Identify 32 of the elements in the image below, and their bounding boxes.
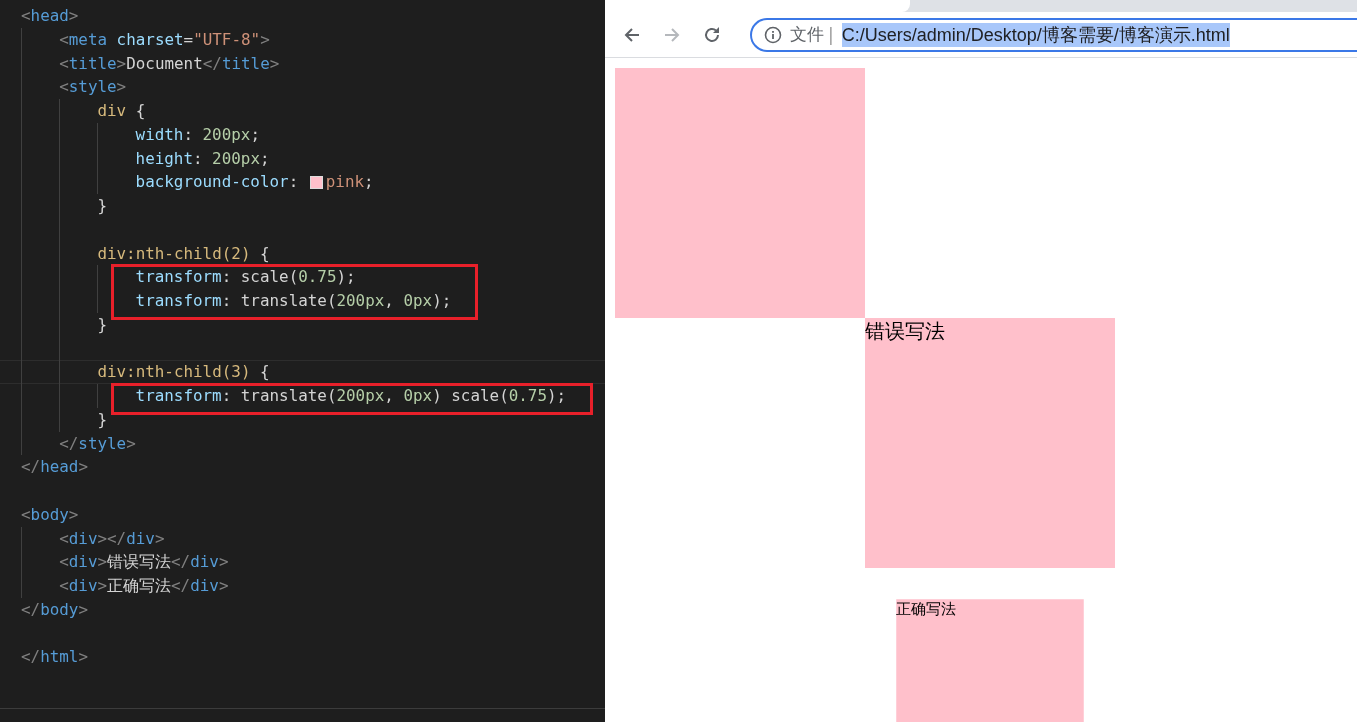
code-text: div { xyxy=(97,100,146,122)
code-text: <body> xyxy=(21,503,79,526)
code-text: transform: scale(0.75); xyxy=(135,266,356,289)
code-text: <div></div> xyxy=(59,527,165,550)
code-text: <head> xyxy=(21,5,79,27)
code-text: div:nth-child(3) { xyxy=(97,361,270,384)
code-text: pink; xyxy=(325,171,374,194)
separator-text: | xyxy=(828,24,834,45)
code-text: transform: translate(200px, 0px) scale(0.75); xyxy=(135,385,567,407)
code-text: <style> xyxy=(59,76,127,99)
info-icon[interactable] xyxy=(764,25,782,44)
code-text: div:nth-child(2) { xyxy=(97,242,270,265)
code-text: <meta charset="UTF-8"> xyxy=(59,28,270,51)
code-text: </body> xyxy=(21,598,88,621)
code-text: width: 200px; xyxy=(135,123,260,146)
code-text: } xyxy=(97,195,107,217)
address-bar[interactable]: 文件 | C:/Users/admin/Desktop/博客需要/博客演示.html xyxy=(750,17,1357,52)
block-text: 错误写法 xyxy=(865,318,945,345)
code-text: background-color: xyxy=(135,171,300,194)
code-text: </html> xyxy=(21,646,88,669)
code-text: <div>正确写法</div> xyxy=(59,575,229,597)
url-text: C:/Users/admin/Desktop/博客需要/博客演示.html xyxy=(841,22,1230,47)
code-text: height: 200px; xyxy=(135,147,270,170)
code-text: </head> xyxy=(21,456,88,479)
code-text: } xyxy=(97,408,107,431)
scheme-label: 文件 xyxy=(790,23,824,46)
code-text: </style> xyxy=(59,432,136,455)
code-text: <title>Document</title> xyxy=(59,52,280,75)
block-text: 正确写法 xyxy=(896,599,957,620)
code-text: <div>错误写法</div> xyxy=(59,551,229,574)
code-text: transform: translate(200px, 0px); xyxy=(135,290,452,312)
code-text: } xyxy=(97,313,107,336)
